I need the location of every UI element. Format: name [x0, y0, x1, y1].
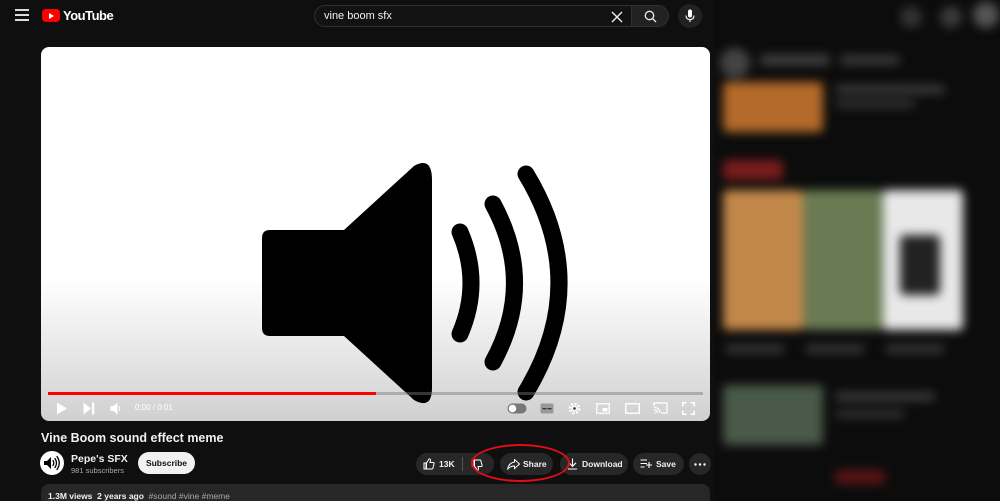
video-player[interactable]: 0:00 / 0:01 — [41, 47, 710, 421]
more-actions-button[interactable] — [689, 453, 711, 475]
voice-search-button[interactable] — [678, 4, 702, 28]
cast-icon[interactable] — [653, 402, 668, 414]
search-input[interactable]: vine boom sfx — [314, 5, 632, 27]
microphone-icon — [685, 9, 695, 22]
add-to-playlist-icon — [640, 459, 652, 468]
view-count: 1.3M views — [48, 491, 93, 501]
like-dislike-group: 13K — [416, 453, 494, 475]
more-horizontal-icon — [694, 463, 706, 466]
download-button[interactable]: Download — [560, 453, 628, 475]
search-icon — [644, 10, 657, 23]
channel-avatar[interactable] — [40, 451, 64, 475]
play-icon[interactable] — [56, 402, 68, 415]
youtube-play-logo-icon — [42, 9, 60, 22]
description-box[interactable]: 1.3M views 2 years ago #sound #vine #mem… — [41, 484, 710, 501]
player-controls: 0:00 / 0:01 — [41, 399, 710, 421]
search-button[interactable] — [631, 5, 669, 27]
fullscreen-icon[interactable] — [682, 402, 695, 415]
youtube-logo[interactable]: YouTube — [42, 8, 114, 23]
time-display: 0:00 / 0:01 — [135, 403, 173, 412]
theater-mode-icon[interactable] — [625, 403, 640, 414]
download-label: Download — [582, 459, 623, 469]
hamburger-menu-icon[interactable] — [15, 9, 29, 21]
subtitles-icon[interactable] — [540, 403, 554, 414]
video-title: Vine Boom sound effect meme — [41, 431, 224, 445]
download-icon — [568, 458, 577, 470]
recommendations-sidebar-blurred — [715, 0, 1000, 501]
thumbs-down-icon[interactable] — [471, 459, 483, 471]
like-divider — [462, 457, 463, 471]
clear-search-icon[interactable] — [611, 11, 623, 23]
description-meta: 1.3M views 2 years ago #sound #vine #mem… — [48, 491, 230, 501]
settings-gear-icon[interactable] — [568, 402, 581, 415]
like-count[interactable]: 13K — [439, 459, 455, 469]
volume-icon[interactable] — [110, 402, 122, 415]
channel-speaker-icon — [44, 455, 60, 471]
logo-text: YouTube — [63, 8, 114, 23]
share-button[interactable]: Share — [500, 453, 553, 475]
next-video-icon[interactable] — [83, 402, 95, 415]
upload-age: 2 years ago — [97, 491, 144, 501]
autoplay-toggle-icon[interactable] — [507, 403, 527, 414]
subscribe-button[interactable]: Subscribe — [138, 452, 195, 474]
save-label: Save — [656, 459, 676, 469]
speaker-volume-thumbnail-icon — [262, 163, 568, 404]
progress-bar[interactable] — [48, 392, 703, 395]
save-button[interactable]: Save — [633, 453, 684, 475]
subscriber-count: 981 subscribers — [71, 466, 124, 475]
share-label: Share — [523, 459, 547, 469]
blurred-content — [715, 0, 1000, 501]
thumbs-up-icon[interactable] — [423, 458, 435, 470]
search-value[interactable]: vine boom sfx — [324, 10, 392, 22]
channel-name[interactable]: Pepe's SFX — [71, 453, 128, 465]
share-arrow-icon — [507, 459, 520, 470]
hashtags[interactable]: #sound #vine #meme — [149, 491, 230, 501]
progress-bar-played — [48, 392, 376, 395]
miniplayer-icon[interactable] — [596, 403, 610, 414]
